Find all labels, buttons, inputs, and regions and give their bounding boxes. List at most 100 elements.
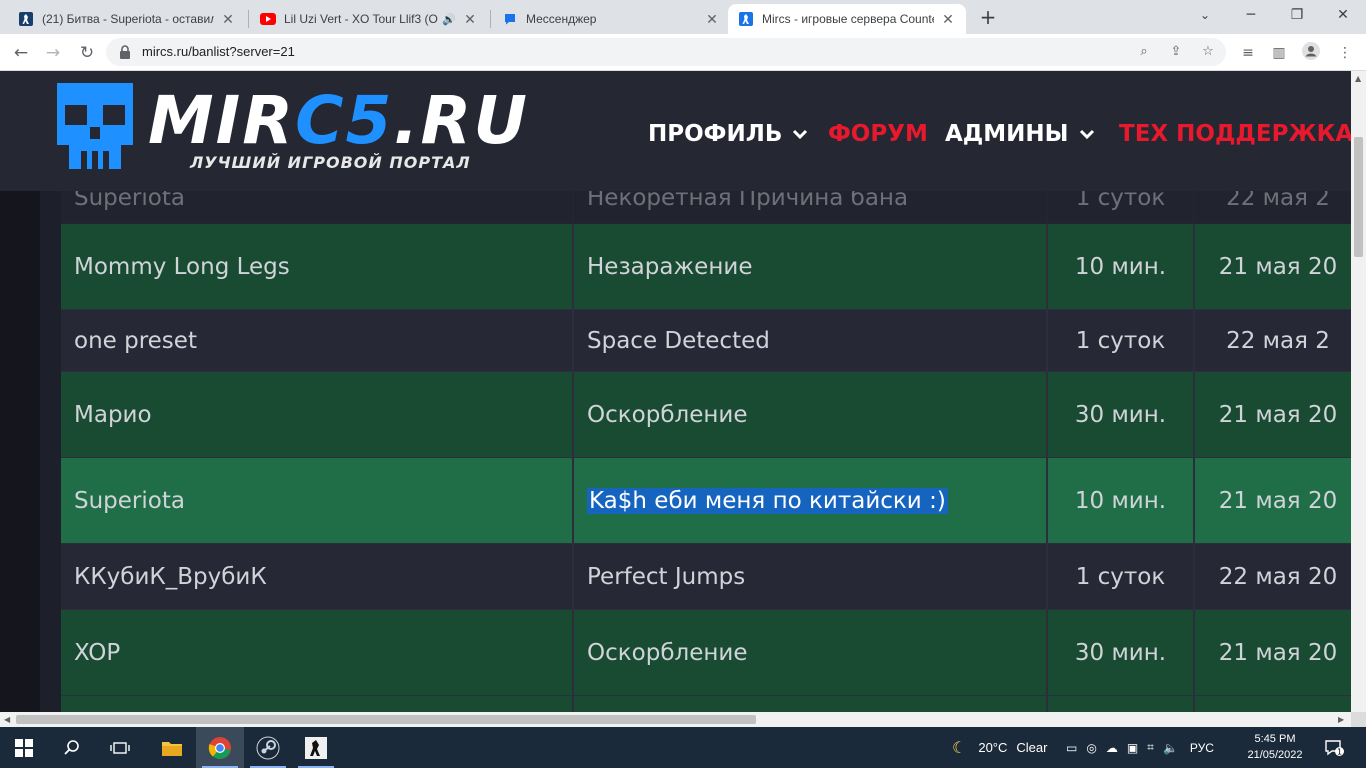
player-name-cell-text: Superiota	[74, 487, 185, 514]
ban-date-cell: 22 мая 2	[1195, 310, 1351, 371]
app-tray-icon[interactable]: ▣	[1127, 741, 1138, 755]
weather-text: Clear	[1016, 740, 1048, 755]
vertical-scroll-thumb[interactable]	[1354, 137, 1363, 257]
horizontal-scroll-thumb[interactable]	[16, 715, 756, 724]
clock-time: 5:45 PM	[1254, 733, 1296, 745]
close-window-button[interactable]: ✕	[1320, 0, 1366, 30]
scroll-up-arrow-icon[interactable]: ▲	[1355, 74, 1361, 83]
search-icon	[64, 739, 79, 755]
ban-reason-cell-text: Незаражение	[587, 253, 753, 280]
nav-forum-label: ФОРУМ	[828, 121, 928, 147]
profile-avatar-icon[interactable]	[1300, 42, 1322, 64]
system-clock[interactable]: 5:45 PM 21/05/2022	[1240, 731, 1310, 763]
share-icon[interactable]: ⇪	[1166, 42, 1186, 62]
site-tagline: ЛУЧШИЙ ИГРОВОЙ ПОРТАЛ	[190, 153, 471, 172]
nav-profile[interactable]: ПРОФИЛЬ	[648, 117, 808, 151]
steam-icon	[256, 736, 280, 759]
nav-admins-label: АДМИНЫ	[945, 121, 1069, 147]
bookmark-star-icon[interactable]: ☆	[1198, 42, 1218, 62]
ban-reason-cell-text: Ka$h еби меня по китайски :)	[587, 487, 948, 514]
task-view-button[interactable]	[96, 727, 144, 768]
menu-kebab-icon[interactable]: ⋮	[1334, 42, 1356, 64]
ban-reason-cell: Оскорбление	[574, 610, 1048, 695]
browser-tab-2[interactable]: Lil Uzi Vert - XO Tour Llif3 (Of 🔊 ✕	[250, 4, 488, 34]
ban-date-cell-text: 22 мая 20	[1218, 563, 1338, 590]
vertical-scrollbar[interactable]: ▲	[1351, 71, 1366, 712]
restore-button[interactable]: ❐	[1274, 0, 1320, 30]
start-button[interactable]	[0, 727, 48, 768]
lock-icon[interactable]	[118, 44, 132, 60]
ban-date-cell-text: 21 мая 20	[1218, 253, 1338, 280]
tab-title: (21) Битва - Superiota - оставил	[42, 12, 214, 26]
nav-forum[interactable]: ФОРУМ	[828, 117, 928, 151]
zoom-icon[interactable]: ⌕	[1134, 42, 1154, 62]
search-button[interactable]	[48, 727, 96, 768]
notification-center-button[interactable]: 1	[1324, 727, 1344, 768]
media-control-icon[interactable]: ≡	[1237, 42, 1259, 64]
ban-date-cell	[1195, 696, 1351, 712]
reload-button[interactable]: ↻	[74, 40, 100, 66]
player-name-cell: Mommy Long Legs	[61, 224, 574, 309]
forward-button[interactable]: →	[40, 40, 66, 66]
tab-separator	[248, 10, 249, 28]
url-text[interactable]: mircs.ru/banlist?server=21	[142, 44, 295, 59]
new-tab-button[interactable]: +	[975, 6, 1001, 30]
skull-logo-icon[interactable]	[57, 83, 133, 169]
close-tab-icon[interactable]: ✕	[220, 11, 236, 27]
page-viewport: MIRC5.RU ЛУЧШИЙ ИГРОВОЙ ПОРТАЛ ПРОФИЛЬ Ф…	[0, 71, 1351, 712]
nav-support[interactable]: ТЕХ ПОДДЕРЖКА	[1119, 117, 1351, 151]
ban-duration-cell-text: 1 суток	[1075, 327, 1166, 354]
scroll-right-arrow-icon[interactable]: ▶	[1338, 715, 1344, 724]
cs-taskbar[interactable]	[292, 727, 340, 768]
tab-title: Lil Uzi Vert - XO Tour Llif3 (Of	[284, 12, 439, 26]
task-view-icon	[110, 741, 130, 754]
chrome-taskbar[interactable]	[196, 727, 244, 768]
ban-duration-cell: 1 суток	[1048, 544, 1195, 609]
ban-reason-cell: Незаражение	[574, 224, 1048, 309]
logo-part-3: .RU	[393, 82, 529, 159]
ban-date-cell-text: 22 мая 2	[1226, 327, 1330, 354]
cloud-icon[interactable]: ☁	[1106, 741, 1118, 755]
player-name-cell-text: ККубиК_ВрубиК	[74, 563, 267, 590]
network-adapter-icon[interactable]: ▭	[1066, 741, 1077, 755]
site-header: MIRC5.RU ЛУЧШИЙ ИГРОВОЙ ПОРТАЛ ПРОФИЛЬ Ф…	[0, 71, 1351, 191]
close-tab-icon[interactable]: ✕	[940, 11, 956, 27]
file-explorer-taskbar[interactable]	[148, 727, 196, 768]
speaker-icon[interactable]: 🔊	[442, 13, 456, 26]
address-bar[interactable]: mircs.ru/banlist?server=21 ⌕ ⇪ ☆	[106, 38, 1226, 66]
steam-taskbar[interactable]	[244, 727, 292, 768]
horizontal-scrollbar[interactable]: ◀ ▶	[0, 712, 1351, 727]
ban-date-cell-text: 21 мая 20	[1218, 639, 1338, 666]
scroll-left-arrow-icon[interactable]: ◀	[4, 715, 10, 724]
messenger-icon	[502, 11, 518, 27]
nav-admins[interactable]: АДМИНЫ	[945, 117, 1095, 151]
side-panel-icon[interactable]: ▥	[1268, 42, 1290, 64]
browser-tab-3[interactable]: Мессенджер ✕	[492, 4, 730, 34]
scrollbar-corner	[1351, 712, 1366, 727]
player-name-cell	[61, 696, 574, 712]
close-tab-icon[interactable]: ✕	[704, 11, 720, 27]
table-row: Mommy Long Legs Незаражение 10 мин. 21 мая …	[61, 224, 1351, 310]
player-name-cell: Superiota	[61, 458, 574, 543]
player-name-cell: ККубиК_ВрубиК	[61, 544, 574, 609]
minimize-button[interactable]: ─	[1228, 0, 1274, 30]
volume-icon[interactable]: 🔈	[1163, 741, 1178, 755]
chrome-icon	[208, 736, 231, 759]
network-icon[interactable]: ⌗	[1147, 740, 1154, 755]
table-row: one preset Space Detected 1 суток 22 мая 2	[61, 310, 1351, 372]
browser-tab-4-active[interactable]: Mircs - игровые сервера Counte ✕	[728, 4, 966, 34]
ban-reason-cell: Оскорбление	[574, 372, 1048, 457]
site-logo-text[interactable]: MIRC5.RU	[148, 85, 529, 157]
cs-player-icon	[738, 11, 754, 27]
back-button[interactable]: ←	[8, 40, 34, 66]
ban-duration-cell: 30 мин.	[1048, 372, 1195, 457]
browser-tab-1[interactable]: (21) Битва - Superiota - оставил ✕	[8, 4, 246, 34]
close-tab-icon[interactable]: ✕	[462, 11, 478, 27]
cs-player-icon	[18, 11, 34, 27]
windows-logo-icon	[15, 738, 33, 757]
weather-widget[interactable]: ☾ 20°C Clear	[952, 727, 1047, 768]
language-indicator[interactable]: РУС	[1190, 741, 1214, 755]
steam-tray-icon[interactable]: ◎	[1086, 741, 1096, 755]
tab-search-icon[interactable]: ⌄	[1182, 0, 1228, 30]
notification-icon: 1	[1325, 739, 1344, 756]
